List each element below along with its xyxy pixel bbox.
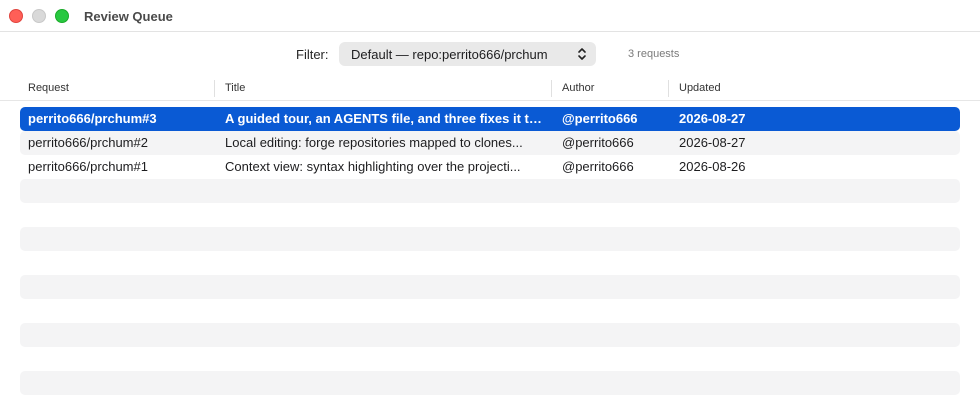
cell-updated: 2026-08-26 xyxy=(679,159,746,174)
zoom-window-button[interactable] xyxy=(55,9,69,23)
column-divider[interactable] xyxy=(551,80,552,97)
empty-row-stripe xyxy=(20,371,960,395)
empty-row-stripe xyxy=(20,275,960,299)
title-bar: Review Queue xyxy=(0,0,980,32)
close-window-button[interactable] xyxy=(9,9,23,23)
table-header: Request Title Author Updated xyxy=(0,77,980,101)
filter-selected-value: Default — repo:perrito666/prchum xyxy=(351,46,548,62)
cell-title: A guided tour, an AGENTS file, and three… xyxy=(225,111,545,126)
cell-updated: 2026-08-27 xyxy=(679,111,746,126)
cell-author: @perrito666 xyxy=(562,111,638,126)
table-row[interactable]: perrito666/prchum#1 Context view: syntax… xyxy=(20,155,960,179)
chevron-up-down-icon xyxy=(578,48,586,60)
empty-row-stripe xyxy=(20,227,960,251)
cell-request: perrito666/prchum#2 xyxy=(28,135,148,150)
column-header-updated[interactable]: Updated xyxy=(679,82,721,94)
column-header-title[interactable]: Title xyxy=(225,82,245,94)
cell-title: Context view: syntax highlighting over t… xyxy=(225,159,521,174)
column-divider[interactable] xyxy=(668,80,669,97)
filter-label: Filter: xyxy=(296,47,329,62)
table-row[interactable]: perrito666/prchum#2 Local editing: forge… xyxy=(20,131,960,155)
window-title: Review Queue xyxy=(84,9,173,24)
column-header-author[interactable]: Author xyxy=(562,82,594,94)
table-row[interactable]: perrito666/prchum#3 A guided tour, an AG… xyxy=(20,107,960,131)
cell-request: perrito666/prchum#3 xyxy=(28,111,157,126)
column-header-request[interactable]: Request xyxy=(28,82,69,94)
empty-row-stripe xyxy=(20,179,960,203)
filter-popup-button[interactable]: Default — repo:perrito666/prchum xyxy=(339,42,596,66)
cell-title: Local editing: forge repositories mapped… xyxy=(225,135,523,150)
minimize-window-button[interactable] xyxy=(32,9,46,23)
cell-updated: 2026-08-27 xyxy=(679,135,746,150)
cell-author: @perrito666 xyxy=(562,135,634,150)
request-count: 3 requests xyxy=(628,48,680,60)
review-queue-window: Review Queue Filter: Default — repo:perr… xyxy=(0,0,980,420)
cell-request: perrito666/prchum#1 xyxy=(28,159,148,174)
cell-author: @perrito666 xyxy=(562,159,634,174)
empty-row-stripe xyxy=(20,323,960,347)
column-divider[interactable] xyxy=(214,80,215,97)
